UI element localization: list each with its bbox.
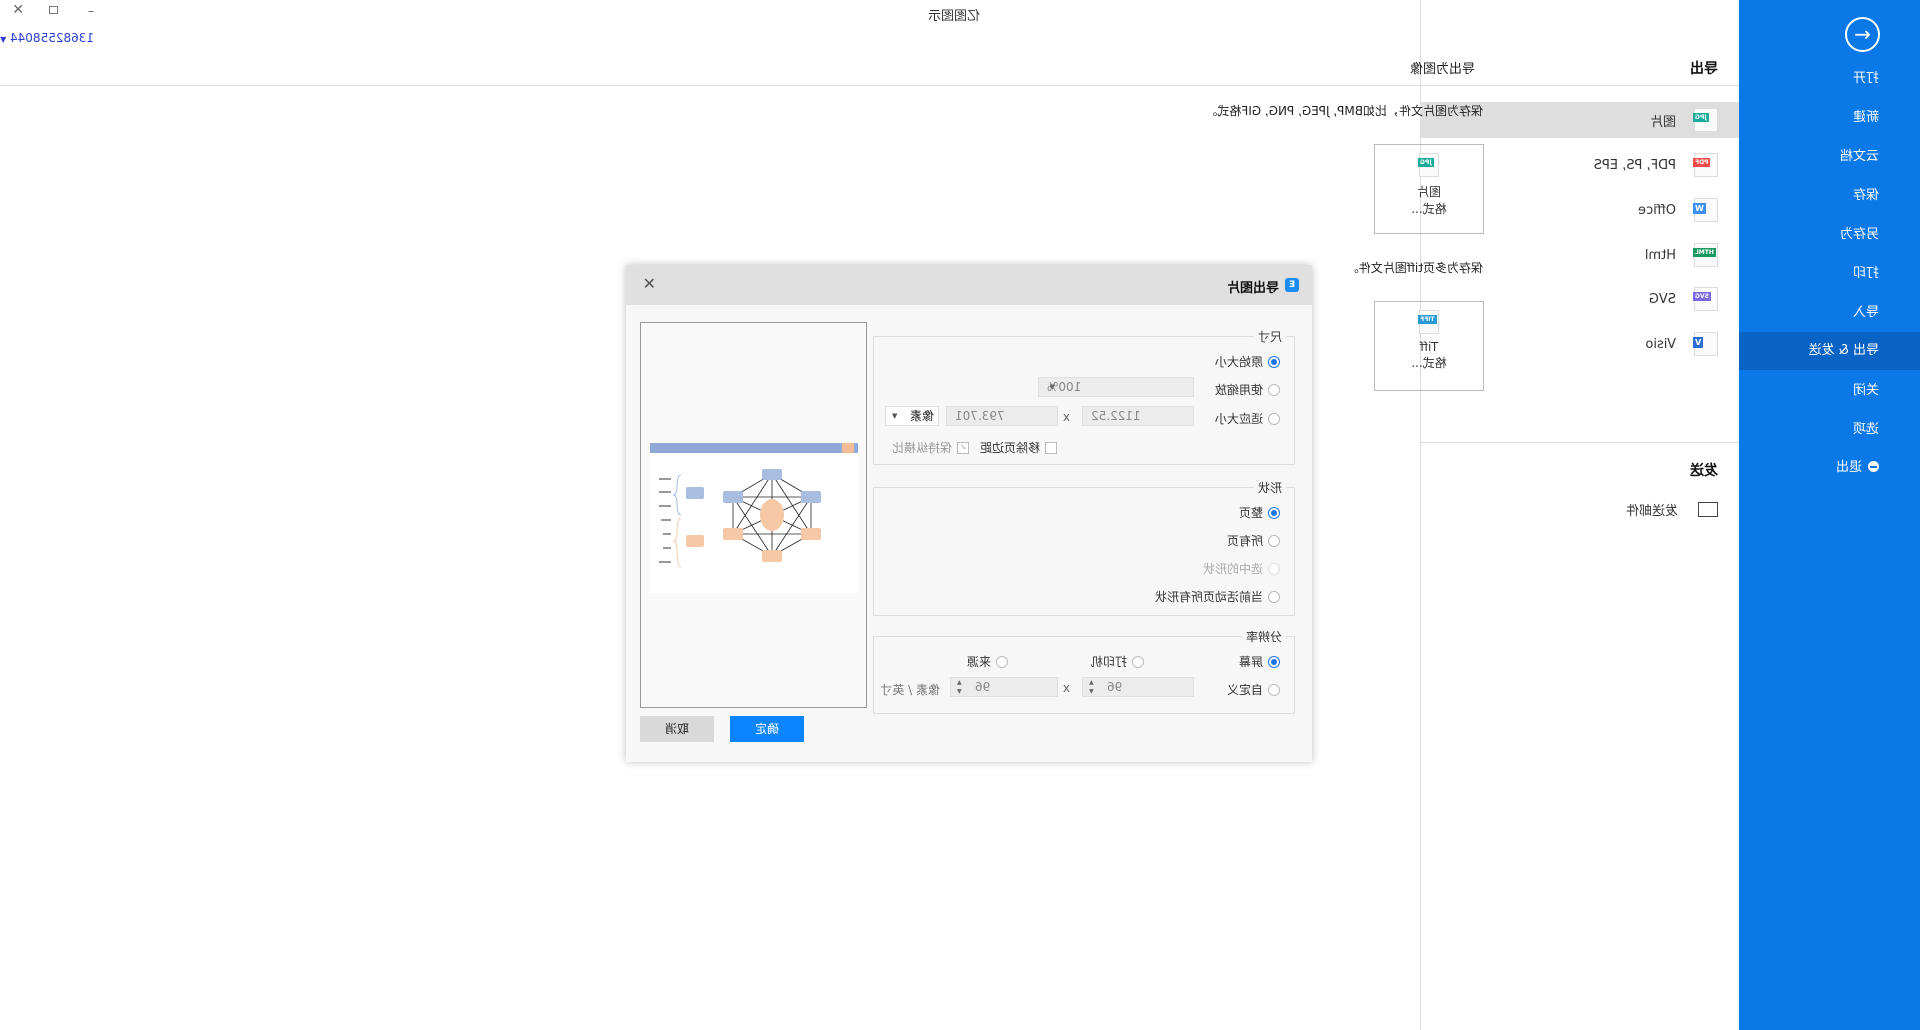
send-heading: 发送 [1690,463,1718,479]
resolution-group: 分辨率 [873,628,1295,714]
keep-ratio-checkbox[interactable]: ✓ 保持纵横比 [892,439,969,456]
chevron-down-icon: ▼ [0,35,7,44]
sidebar-item-exit[interactable]: 退出 [1739,449,1920,487]
unit-select[interactable]: 像素 ▼ [885,406,939,426]
tiff-format-card[interactable]: TIFF Tiff 格式... [1374,301,1484,391]
radio-fit-size[interactable]: 适应大小 [1215,410,1280,427]
sidebar-item-close[interactable]: 关闭 [1739,372,1920,410]
export-item-label: Visio [1645,336,1676,352]
svg-file-icon: SVG [1693,287,1718,311]
ok-button[interactable]: 确定 [730,716,804,742]
jpg-file-icon: JPG [1693,108,1718,132]
sidebar-item-cloud[interactable]: 云文档 [1739,138,1920,176]
restore-button[interactable] [49,6,58,14]
times-label: x [1062,681,1070,695]
sidebar-item-open[interactable]: 打开 [1739,60,1920,98]
preview-diagram [650,443,858,593]
visio-file-icon: V [1693,332,1718,356]
sidebar-item-save-as[interactable]: 另存为 [1739,216,1920,254]
minimize-button[interactable]: – [80,4,94,18]
card-sublabel: 格式... [1411,202,1447,216]
radio-custom[interactable]: 自定义 [1227,681,1280,698]
radio-source[interactable]: 来源 [967,653,1008,670]
width-input[interactable]: 1122.52 [1082,406,1194,426]
remove-margin-checkbox[interactable]: 移除页边距 [980,439,1057,456]
send-email-item[interactable]: 发送邮件 [1420,491,1739,527]
image-description: 保存为图片文件，比如BMP, JPEG, PNG, GIF格式。 [1205,104,1483,118]
main-title: 导出为图像 [1409,62,1475,77]
export-item-label: 图片 [1649,114,1676,130]
export-item-label: PDF, PS, EPS [1593,157,1676,173]
user-account-menu[interactable]: 13682558044 ▼ [0,31,94,45]
sidebar-item-export-send[interactable]: 导出 & 发送 [1739,332,1920,370]
dpi-unit-label: 像素 / 英寸 [880,683,940,697]
sidebar: ← 打开 新建 云文档 保存 另存为 打印 导入 导出 & 发送 关闭 选项 退… [1739,0,1920,1030]
html-file-icon: HTML [1693,243,1718,267]
card-sublabel: 格式... [1411,356,1447,370]
radio-original-size[interactable]: 原始大小 [1215,353,1280,370]
dpi-y-stepper[interactable]: 96 ▲ ▼ [950,677,1058,697]
app-title: 亿图图示 [927,9,980,24]
sidebar-item-import[interactable]: 导入 [1739,294,1920,332]
export-item-label: Office [1638,202,1676,218]
sidebar-item-print[interactable]: 打印 [1739,255,1920,293]
sidebar-item-options[interactable]: 选项 [1739,411,1920,449]
close-window-button[interactable]: ✕ [12,2,24,18]
resolution-legend: 分辨率 [1245,630,1282,644]
exit-label: 退出 [1835,460,1862,475]
tiff-file-icon: TIFF [1418,310,1439,334]
size-legend: 尺寸 [1257,330,1282,344]
panel-divider [1420,442,1739,443]
app-logo-icon: E [1285,278,1299,292]
pdf-file-icon: PDF [1693,153,1718,177]
dialog-titlebar: E 导出图片 ✕ [626,265,1312,305]
radio-all-pages[interactable]: 所有页 [1227,532,1280,549]
radio-current-page-shapes[interactable]: 当前活动页所有形状 [1155,588,1280,605]
export-item-label: Html [1644,247,1676,263]
export-image-dialog: E 导出图片 ✕ 尺寸 原始大小 使用缩放 100% ▼ 适应大小 1122.52… [626,265,1312,762]
jpg-file-icon: JPG [1418,153,1439,177]
dpi-x-stepper[interactable]: 96 ▲ ▼ [1082,677,1194,697]
export-item-label: SVG [1648,291,1676,307]
cancel-button[interactable]: 取消 [640,716,714,742]
shape-legend: 形状 [1257,481,1282,495]
image-format-card[interactable]: JPG 图片 格式... [1374,144,1484,234]
word-file-icon: W [1693,198,1718,222]
close-icon[interactable]: ✕ [643,274,656,293]
card-label: Tiff [1419,340,1439,354]
radio-use-zoom[interactable]: 使用缩放 [1215,381,1280,398]
tiff-description: 保存为多页tiff图片文件。 [1346,261,1483,275]
dialog-title: 导出图片 [1226,281,1279,296]
back-arrow-icon[interactable]: ← [1845,17,1880,52]
card-label: 图片 [1417,185,1442,199]
radio-whole-page[interactable]: 整页 [1239,504,1280,521]
radio-printer[interactable]: 打印机 [1091,653,1144,670]
send-email-label: 发送邮件 [1625,503,1678,519]
chevron-down-icon: ▼ [892,412,898,420]
radio-selected-shapes[interactable]: 选中的形状 [1203,560,1280,577]
export-preview [640,322,867,708]
user-id: 13682558044 [10,31,94,45]
radio-screen[interactable]: 屏幕 [1239,653,1280,670]
sidebar-item-save[interactable]: 保存 [1739,177,1920,215]
sidebar-item-new[interactable]: 新建 [1739,99,1920,137]
minus-circle-icon [1868,461,1879,472]
height-input[interactable]: 793.701 [946,406,1058,426]
times-label: x [1062,410,1070,424]
mail-icon [1698,501,1718,517]
export-heading: 导出 [1690,61,1718,77]
zoom-select[interactable]: 100% ▼ [1038,377,1194,397]
